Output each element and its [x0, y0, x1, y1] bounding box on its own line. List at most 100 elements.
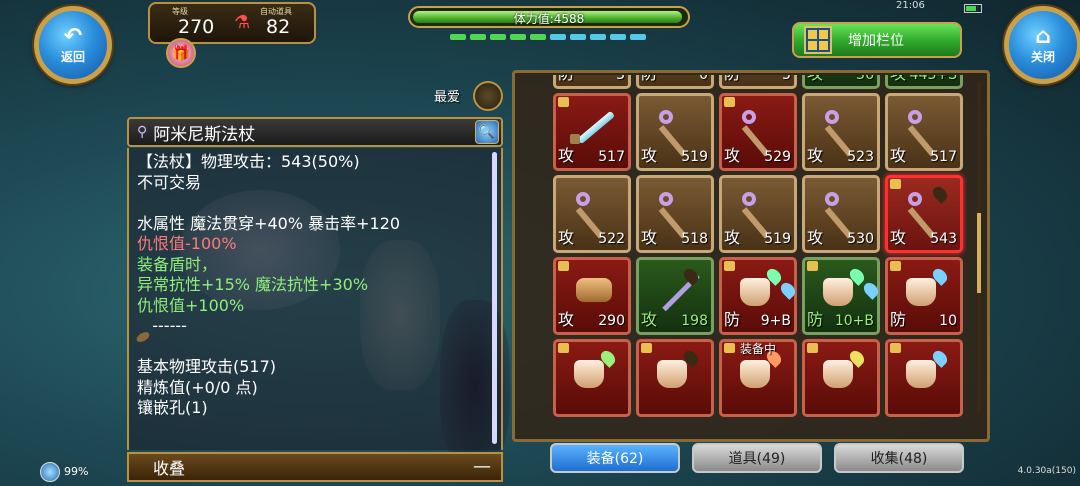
detail-line: 精炼值(+0/0 点) — [137, 377, 258, 397]
slot-value: 519 — [681, 149, 708, 165]
slot-type-label: 攻 — [641, 310, 658, 329]
minus-icon: — — [473, 456, 491, 477]
slot-type-label: 攻 — [724, 228, 741, 247]
inventory-slot[interactable]: 攻 519 — [719, 175, 797, 253]
detail-scrollbar[interactable] — [492, 152, 497, 444]
slot-type-label: 攻 — [807, 146, 824, 165]
energy-segment — [550, 34, 566, 40]
staff-icon — [732, 104, 786, 157]
slot-type-label: 防 — [641, 75, 657, 84]
inventory-slot[interactable] — [802, 339, 880, 417]
inventory-slot[interactable]: 攻 530 — [802, 175, 880, 253]
inventory-slot[interactable]: 防0 — [636, 75, 714, 89]
slot-type-label: 攻 — [890, 75, 906, 84]
level-value: 270 — [178, 16, 215, 38]
detail-line: 镶嵌孔(1) — [137, 398, 208, 417]
slot-value: 523 — [847, 149, 874, 165]
detail-line: 【法杖】物理攻击：543(50%) — [137, 152, 360, 171]
slot-value: 522 — [598, 231, 625, 247]
slot-value: 543 — [930, 231, 957, 247]
staff-icon — [815, 186, 869, 239]
staff-icon — [649, 104, 703, 157]
inventory-slot[interactable]: 装备中 — [719, 339, 797, 417]
slot-value: 56 — [856, 75, 874, 83]
detail-line: 异常抗性+15% 魔法抗性+30% — [137, 275, 369, 294]
inventory-slot[interactable]: 攻 517 — [885, 93, 963, 171]
auto-item-value: 82 — [266, 16, 291, 38]
inventory-slot[interactable]: 防 9+B — [719, 257, 798, 335]
player-status-plate: 等级 270 ⚗ 自动道具 82 — [148, 2, 316, 44]
inventory-slot[interactable]: 攻 198 — [636, 257, 714, 335]
inventory-scrollbar[interactable] — [977, 83, 981, 413]
inventory-slot[interactable]: 攻 529 — [719, 93, 797, 171]
item-name: 阿米尼斯法杖 — [153, 124, 256, 145]
staff-icon — [566, 186, 620, 239]
close-button[interactable]: ⌂ 关闭 — [1004, 6, 1080, 84]
energy-segments — [450, 34, 646, 40]
staff-icon — [732, 186, 786, 239]
staff-icon — [898, 104, 952, 157]
home-icon: ⌂ — [1035, 23, 1051, 49]
slot-type-label: 攻 — [558, 310, 575, 329]
inventory-slot[interactable]: 防 10+B — [802, 257, 881, 335]
back-arrow-icon: ↶ — [63, 23, 83, 49]
slot-value: 290 — [598, 313, 625, 329]
energy-segment — [570, 34, 586, 40]
detail-line: 不可交易 — [137, 172, 202, 192]
inventory-slot[interactable]: 防5 — [719, 75, 797, 89]
inventory-slot[interactable]: 攻 518 — [636, 175, 714, 253]
inventory-slot[interactable] — [553, 339, 631, 417]
search-button[interactable]: 🔍 — [475, 120, 499, 144]
favorite-toggle[interactable] — [473, 81, 503, 111]
slot-value: 443+S — [909, 75, 957, 83]
energy-segment — [630, 34, 646, 40]
inventory-slot[interactable]: 攻 56 — [802, 75, 880, 89]
inventory-slot[interactable]: 攻443+S — [885, 75, 963, 89]
inventory-slot[interactable] — [885, 339, 963, 417]
inventory-grid: 防3防0防5攻56攻443+S攻517攻519攻529攻523攻517攻522攻… — [553, 75, 963, 417]
gift-icon[interactable]: 🎁 — [166, 38, 196, 68]
inventory-slot[interactable] — [636, 339, 714, 417]
inventory-panel: 防3防0防5攻56攻443+S攻517攻519攻529攻523攻517攻522攻… — [512, 70, 990, 442]
stamina-bar: 体力值:4588 — [408, 6, 690, 28]
inventory-slot[interactable]: 攻 519 — [636, 93, 714, 171]
energy-segment — [610, 34, 626, 40]
inventory-slot[interactable]: 攻 522 — [553, 175, 631, 253]
detail-line: ------ — [137, 316, 187, 335]
inventory-slot[interactable]: 防3 — [553, 75, 631, 89]
slot-value: 9+B — [760, 313, 791, 329]
collapse-button[interactable]: 收叠 — — [127, 452, 503, 482]
tab-equipment[interactable]: 装备(62) — [550, 443, 680, 473]
item-detail-panel: 【法杖】物理攻击：543(50%) 不可交易 水属性 魔法贯穿+40% 暴击率+12… — [127, 148, 503, 450]
item-name-bar: ⚲ 阿米尼斯法杖 🔍 — [127, 117, 503, 147]
slot-value: 5 — [782, 75, 791, 83]
tab-items[interactable]: 道具(49) — [692, 443, 822, 473]
slot-value: 3 — [616, 75, 625, 83]
slot-value: 529 — [764, 149, 791, 165]
energy-segment — [490, 34, 506, 40]
energy-segment — [510, 34, 526, 40]
tab-collection[interactable]: 收集(48) — [834, 443, 964, 473]
staff-icon: ⚲ — [137, 124, 148, 140]
add-slot-label: 增加栏位 — [848, 33, 904, 49]
inventory-slot[interactable]: 攻 517 — [553, 93, 631, 171]
inventory-slot[interactable]: 攻 543 — [885, 175, 963, 253]
back-button[interactable]: ↶ 返回 — [34, 6, 112, 84]
slot-type-label: 攻 — [890, 146, 907, 165]
slot-type-label: 防 — [724, 75, 740, 84]
battery-icon — [964, 4, 982, 13]
inventory-slot[interactable]: 攻 290 — [553, 257, 631, 335]
slot-type-label: 攻 — [558, 146, 575, 165]
version-label: 4.0.30a(150) — [1017, 466, 1076, 476]
sword-icon — [566, 104, 620, 148]
slot-value: 10+B — [834, 313, 874, 329]
slot-value: 519 — [764, 231, 791, 247]
detail-line: 仇恨值-100% — [137, 234, 237, 253]
collapse-label: 收叠 — [153, 459, 186, 478]
potion-icon: ⚗ — [234, 12, 251, 33]
slot-value: 517 — [598, 149, 625, 165]
inventory-slot[interactable]: 防 10 — [885, 257, 963, 335]
percent-readout: 99% — [64, 465, 89, 478]
add-slot-button[interactable]: 增加栏位 — [792, 22, 962, 58]
inventory-slot[interactable]: 攻 523 — [802, 93, 880, 171]
